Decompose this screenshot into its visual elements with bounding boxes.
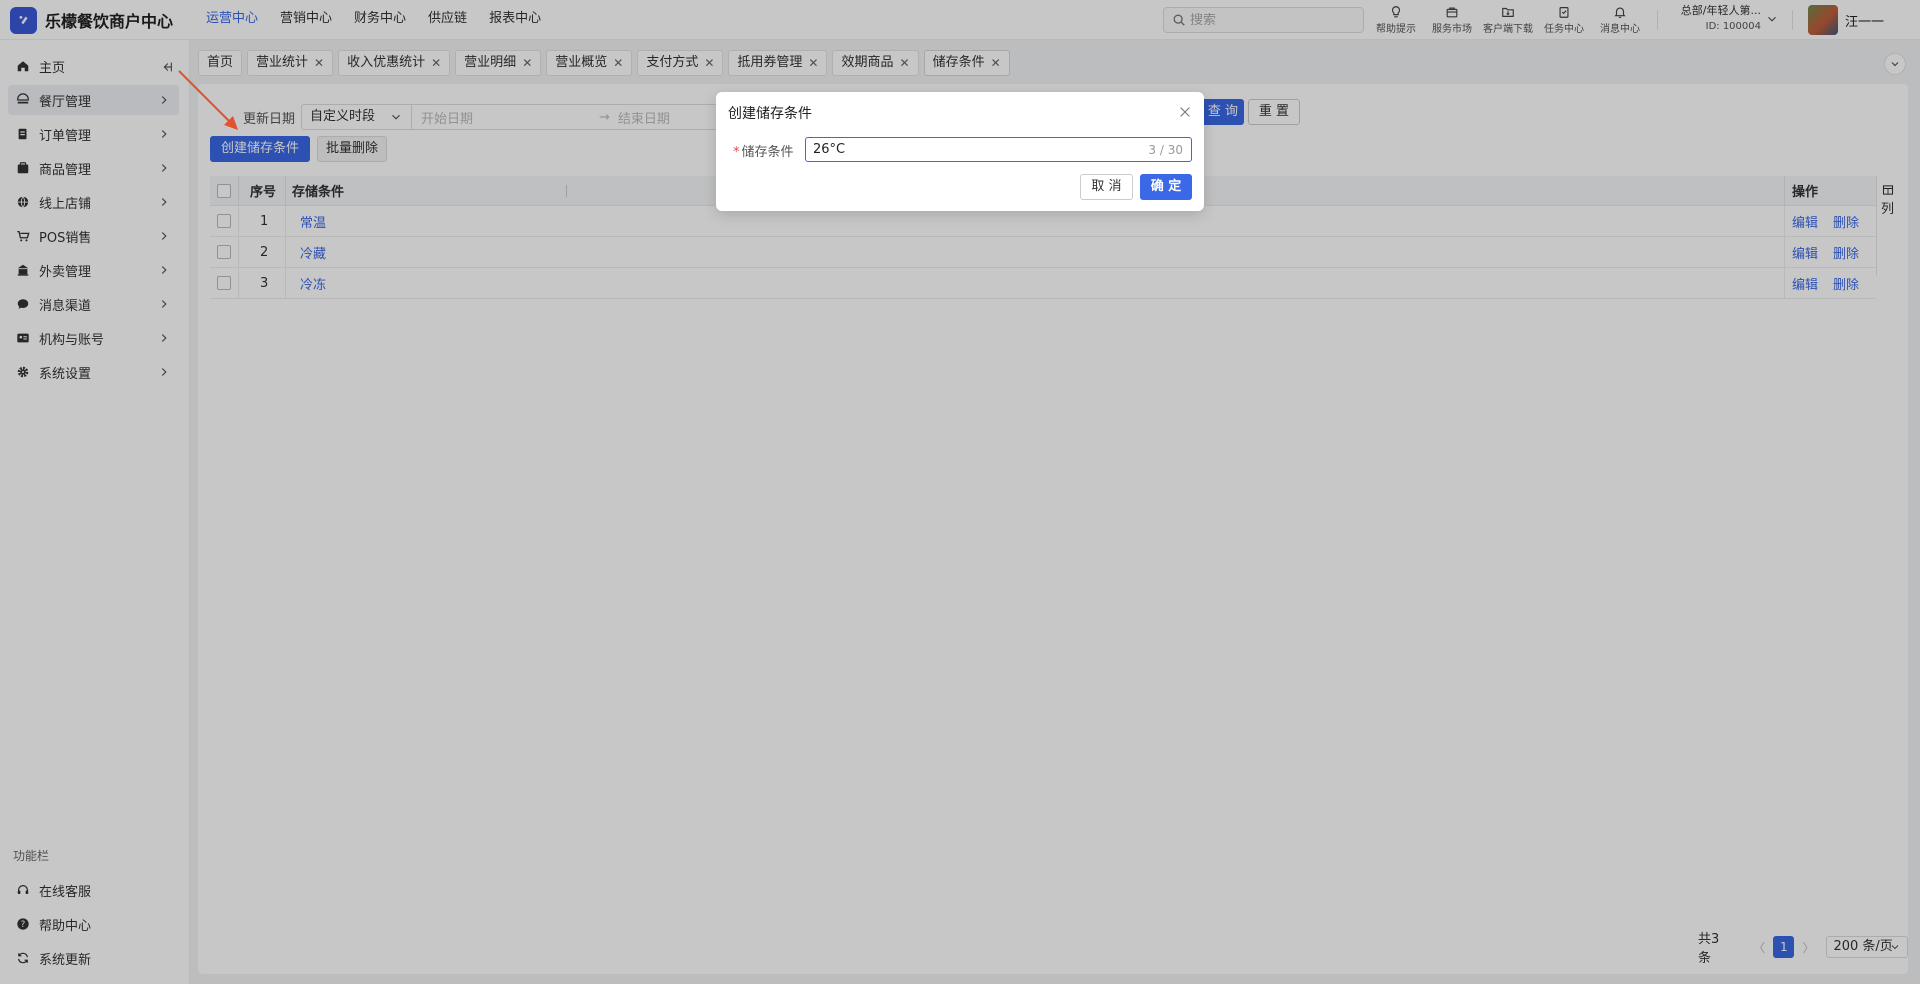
- annotation-arrow-icon: [178, 70, 238, 130]
- condition-field[interactable]: 3 / 30: [805, 137, 1192, 162]
- cancel-button[interactable]: 取 消: [1080, 174, 1133, 200]
- create-storage-condition-dialog: 创建储存条件 *储存条件 3 / 30 取 消 确 定: [716, 92, 1204, 211]
- condition-field-label: * 储存条件: [733, 145, 794, 160]
- dialog-title: 创建储存条件: [728, 106, 812, 122]
- confirm-button[interactable]: 确 定: [1140, 174, 1192, 200]
- close-icon[interactable]: [1178, 105, 1192, 119]
- char-count: 3 / 30: [1148, 143, 1183, 157]
- condition-input[interactable]: [813, 142, 1113, 157]
